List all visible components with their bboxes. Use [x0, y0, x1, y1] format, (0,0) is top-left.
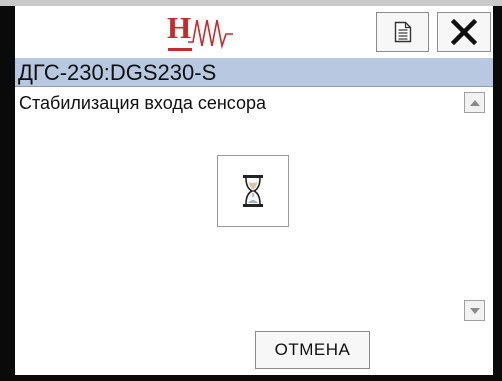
hourglass-icon: [243, 175, 263, 207]
device-frame-right: [493, 6, 502, 381]
close-icon: [451, 19, 477, 45]
logo-wave-icon: [188, 19, 233, 50]
device-frame-bottom: [0, 375, 502, 381]
document-button[interactable]: [376, 12, 429, 52]
logo-underline: [168, 48, 192, 51]
triangle-up-icon: [469, 99, 480, 106]
device-frame-left: [0, 6, 15, 381]
document-icon: [394, 21, 411, 43]
cancel-button[interactable]: ОТМЕНА: [255, 331, 370, 369]
scroll-up-button[interactable]: [464, 92, 485, 113]
scroll-down-button[interactable]: [464, 300, 485, 321]
status-message: Стабилизация входа сенсора: [19, 93, 267, 113]
device-title-bar: ДГС-230:DGS230-S: [15, 58, 493, 87]
busy-indicator: [217, 155, 289, 227]
close-button[interactable]: [437, 12, 491, 52]
brand-logo: H: [161, 10, 241, 56]
triangle-down-icon: [469, 307, 480, 314]
device-screen: H ДГС-230:DGS230-S Стабилизация входа се…: [15, 6, 493, 375]
device-title: ДГС-230:DGS230-S: [18, 60, 217, 85]
